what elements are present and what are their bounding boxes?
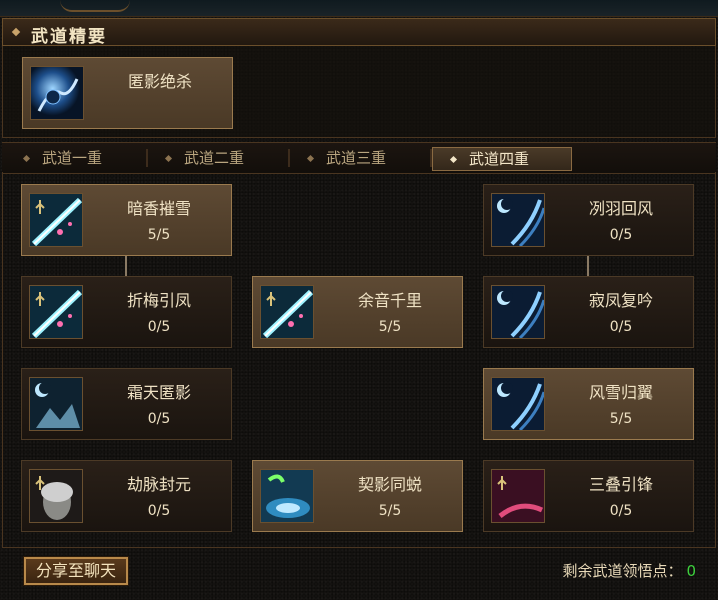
tier-tabs: 武道一重 武道二重 武道三重 武道四重 [2,142,716,174]
frame-ornament [60,0,130,12]
skill-card[interactable]: 余音千里 5/5 [252,276,463,348]
skill-level: 0/5 [609,319,633,335]
skill-name: 劫脉封元 [126,475,191,494]
remaining-points-value: 0 [686,562,696,580]
tab-tier-1[interactable]: 武道一重 [6,147,148,171]
shadow-kill-icon [30,66,84,120]
tab-tier-3[interactable]: 武道三重 [290,147,432,171]
skill-level: 5/5 [147,227,171,243]
diamond-icon [22,154,31,163]
skill-name: 冽羽回风 [588,199,653,218]
tab-label: 武道二重 [184,149,245,167]
crimson-blade-icon [491,469,545,523]
top-frame [0,0,718,17]
ice-blade-icon [260,285,314,339]
tab-tier-4[interactable]: 武道四重 [432,147,572,171]
top-skill-section: 匿影绝杀 [2,46,716,138]
skill-card[interactable]: 霜天匿影 0/5 [21,368,232,440]
skill-name: 寂凤复吟 [588,291,653,310]
skill-card[interactable]: 寂凤复吟 0/5 [483,276,694,348]
tab-label: 武道四重 [469,150,530,168]
moon-wind-icon [491,285,545,339]
diamond-icon [11,27,21,37]
ice-blade-icon [29,285,83,339]
skill-name: 风雪归翼 [588,383,653,402]
diamond-icon [306,154,315,163]
skill-card[interactable]: 劫脉封元 0/5 [21,460,232,532]
tab-tier-2[interactable]: 武道二重 [148,147,290,171]
page-title: 武道精要 [31,27,107,47]
remaining-points-label: 剩余武道领悟点： [562,562,683,580]
skill-name: 三叠引锋 [588,475,653,494]
skill-level: 5/5 [609,411,633,427]
skill-name: 霜天匿影 [126,383,191,402]
skill-card[interactable]: 三叠引锋 0/5 [483,460,694,532]
skill-name: 折梅引凤 [126,291,191,310]
skill-level: 5/5 [378,319,402,335]
skill-card[interactable]: 契影同蜕 5/5 [252,460,463,532]
skill-name: 余音千里 [357,291,422,310]
tree-connector [125,256,127,276]
tab-label: 武道三重 [326,149,387,167]
tree-connector [587,256,589,276]
skill-level: 0/5 [147,503,171,519]
remaining-points: 剩余武道领悟点： 0 [562,560,696,581]
skill-level: 0/5 [147,411,171,427]
skill-level: 0/5 [147,319,171,335]
skill-level: 0/5 [609,227,633,243]
skill-card[interactable]: 风雪归翼 5/5 [483,368,694,440]
moon-wind-icon [491,377,545,431]
panel-header: 武道精要 [2,18,716,47]
elder-face-icon [29,469,83,523]
skill-level: 5/5 [378,503,402,519]
skill-card[interactable]: 暗香摧雪 5/5 [21,184,232,256]
diamond-icon [164,154,173,163]
water-vortex-icon [260,469,314,523]
share-to-chat-button[interactable]: 分享至聊天 [23,556,129,586]
tab-label: 武道一重 [42,149,103,167]
skill-name: 契影同蜕 [357,475,422,494]
diamond-icon [449,155,458,164]
frost-shadow-icon [29,377,83,431]
skill-name: 暗香摧雪 [126,199,191,218]
skill-level: 0/5 [609,503,633,519]
skill-name: 匿影绝杀 [127,72,192,91]
skill-card[interactable]: 冽羽回风 0/5 [483,184,694,256]
moon-wind-icon [491,193,545,247]
skill-card[interactable]: 折梅引凤 0/5 [21,276,232,348]
ice-blade-icon [29,193,83,247]
skill-card-top[interactable]: 匿影绝杀 [22,57,233,129]
